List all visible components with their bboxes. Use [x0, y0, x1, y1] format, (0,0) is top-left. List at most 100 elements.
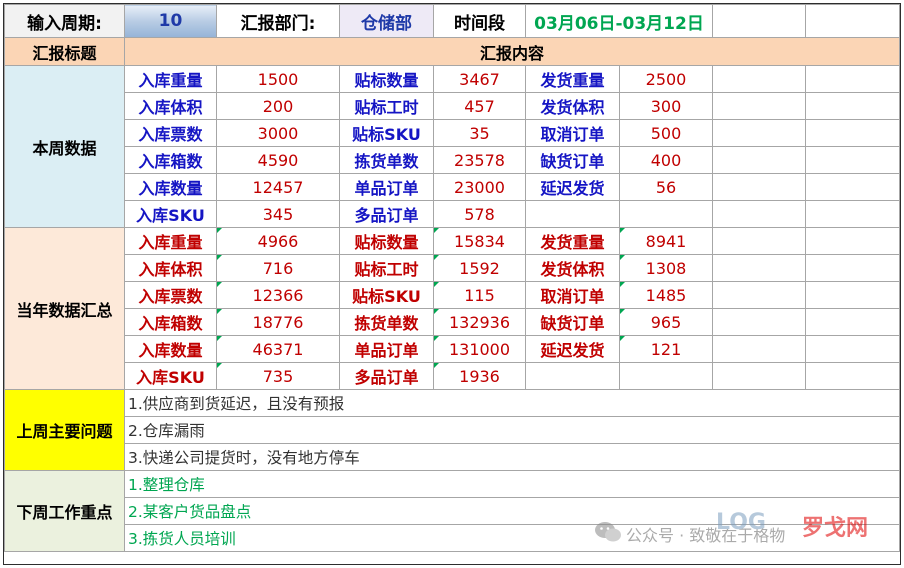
metric-value[interactable]: 46371 [216, 335, 340, 363]
dept-input[interactable]: 仓储部 [339, 4, 434, 38]
metric-value[interactable]: 131000 [433, 335, 526, 363]
empty-cell[interactable] [712, 200, 806, 228]
metric-value[interactable]: 18776 [216, 308, 340, 336]
metric-label: 入库箱数 [124, 146, 217, 174]
metric-value[interactable]: 132936 [433, 308, 526, 336]
metric-label [525, 200, 620, 228]
metric-value[interactable]: 1592 [433, 254, 526, 282]
empty-cell[interactable] [712, 281, 806, 309]
metric-label: 入库票数 [124, 281, 217, 309]
empty-cell[interactable] [712, 92, 806, 120]
empty-cell[interactable] [712, 119, 806, 147]
empty-cell[interactable] [712, 173, 806, 201]
header-row: 输入周期: 10 汇报部门: 仓储部 时间段 03月06日-03月12日 [4, 4, 900, 38]
period-label: 输入周期: [4, 4, 125, 38]
metric-value[interactable]: 300 [619, 92, 713, 120]
empty-cell[interactable] [712, 362, 806, 390]
empty-cell[interactable] [805, 227, 900, 255]
plans-section-title: 下周工作重点 [4, 470, 125, 552]
metric-value[interactable]: 121 [619, 335, 713, 363]
metric-value[interactable] [619, 200, 713, 228]
empty-cell[interactable] [805, 92, 900, 120]
metric-value[interactable]: 23000 [433, 173, 526, 201]
metric-value[interactable]: 12457 [216, 173, 340, 201]
metric-label: 缺货订单 [525, 308, 620, 336]
metric-value[interactable]: 345 [216, 200, 340, 228]
empty-cell[interactable] [805, 173, 900, 201]
empty-cell[interactable] [712, 335, 806, 363]
week-row: 本周数据 入库重量 1500 贴标数量 3467 发货重量 2500 [4, 65, 900, 228]
year-section: 当年数据汇总 入库重量 4966 贴标数量 15834 发货重量 8941 入库体积 716 贴标… [4, 227, 900, 390]
header-blank-2[interactable] [805, 4, 900, 38]
empty-cell[interactable] [805, 335, 900, 363]
metric-label: 延迟发货 [525, 335, 620, 363]
metric-label: 单品订单 [339, 335, 434, 363]
metric-value[interactable]: 4590 [216, 146, 340, 174]
metric-value[interactable]: 965 [619, 308, 713, 336]
metric-value[interactable]: 115 [433, 281, 526, 309]
problems-row: 上周主要问题 1.供应商到货延迟，且没有预报 [4, 389, 900, 471]
empty-cell[interactable] [712, 254, 806, 282]
metric-value[interactable]: 457 [433, 92, 526, 120]
plans-item[interactable]: 1.整理仓库 [124, 470, 900, 498]
problems-row: 3.快递公司提货时，没有地方停车 [5, 443, 900, 471]
problems-item[interactable]: 1.供应商到货延迟，且没有预报 [124, 389, 900, 417]
subheader-row: 汇报标题 汇报内容 [4, 37, 900, 66]
empty-cell[interactable] [805, 281, 900, 309]
empty-cell[interactable] [805, 308, 900, 336]
plan-section: 下周工作重点 1.整理仓库 2.某客户货品盘点 3.拣货人员培训 [4, 470, 900, 552]
content-column-header: 汇报内容 [124, 37, 900, 66]
empty-cell[interactable] [712, 227, 806, 255]
header-blank-1[interactable] [712, 4, 806, 38]
metric-label: 延迟发货 [525, 173, 620, 201]
metric-value[interactable]: 15834 [433, 227, 526, 255]
week-section: 本周数据 入库重量 1500 贴标数量 3467 发货重量 2500 入库体积 200 贴标工时 4… [4, 65, 900, 228]
problem-section: 上周主要问题 1.供应商到货延迟，且没有预报 2.仓库漏雨 3.快递公司提货时，没有地… [4, 389, 900, 471]
empty-cell[interactable] [805, 254, 900, 282]
metric-value[interactable]: 200 [216, 92, 340, 120]
metric-label: 贴标数量 [339, 65, 434, 93]
empty-cell[interactable] [805, 146, 900, 174]
empty-cell[interactable] [805, 65, 900, 93]
metric-value[interactable]: 12366 [216, 281, 340, 309]
metric-value[interactable]: 35 [433, 119, 526, 147]
metric-value[interactable] [619, 362, 713, 390]
year-section-title: 当年数据汇总 [4, 227, 125, 390]
plans-item[interactable]: 3.拣货人员培训 [124, 524, 900, 552]
plans-item[interactable]: 2.某客户货品盘点 [124, 497, 900, 525]
report-sheet: 输入周期: 10 汇报部门: 仓储部 时间段 03月06日-03月12日 汇报标… [3, 3, 901, 565]
week-row: 入库体积 200 贴标工时 457 发货体积 300 [5, 92, 900, 120]
empty-cell[interactable] [805, 362, 900, 390]
metric-label: 入库箱数 [124, 308, 217, 336]
metric-value[interactable]: 3467 [433, 65, 526, 93]
metric-value[interactable]: 735 [216, 362, 340, 390]
metric-value[interactable]: 4966 [216, 227, 340, 255]
metric-value[interactable]: 400 [619, 146, 713, 174]
empty-cell[interactable] [712, 308, 806, 336]
period-input[interactable]: 10 [124, 4, 217, 38]
metric-value[interactable]: 500 [619, 119, 713, 147]
metric-value[interactable]: 1308 [619, 254, 713, 282]
metric-value[interactable]: 8941 [619, 227, 713, 255]
year-row: 当年数据汇总 入库重量 4966 贴标数量 15834 发货重量 8941 [4, 227, 900, 390]
metric-value[interactable]: 2500 [619, 65, 713, 93]
metric-label: 发货体积 [525, 92, 620, 120]
empty-cell[interactable] [712, 65, 806, 93]
problems-item[interactable]: 3.快递公司提货时，没有地方停车 [124, 443, 900, 471]
problems-item[interactable]: 2.仓库漏雨 [124, 416, 900, 444]
metric-value[interactable]: 578 [433, 200, 526, 228]
metric-value[interactable]: 56 [619, 173, 713, 201]
metric-value[interactable]: 1485 [619, 281, 713, 309]
metric-value[interactable]: 716 [216, 254, 340, 282]
empty-cell[interactable] [712, 146, 806, 174]
empty-cell[interactable] [805, 200, 900, 228]
empty-cell[interactable] [805, 119, 900, 147]
metric-value[interactable]: 1500 [216, 65, 340, 93]
dept-label: 汇报部门: [216, 4, 340, 38]
metric-value[interactable]: 23578 [433, 146, 526, 174]
metric-label: 入库重量 [124, 227, 217, 255]
year-row: 入库票数 12366 贴标SKU 115 取消订单 1485 [5, 281, 900, 309]
metric-value[interactable]: 1936 [433, 362, 526, 390]
metric-label: 入库数量 [124, 173, 217, 201]
metric-value[interactable]: 3000 [216, 119, 340, 147]
